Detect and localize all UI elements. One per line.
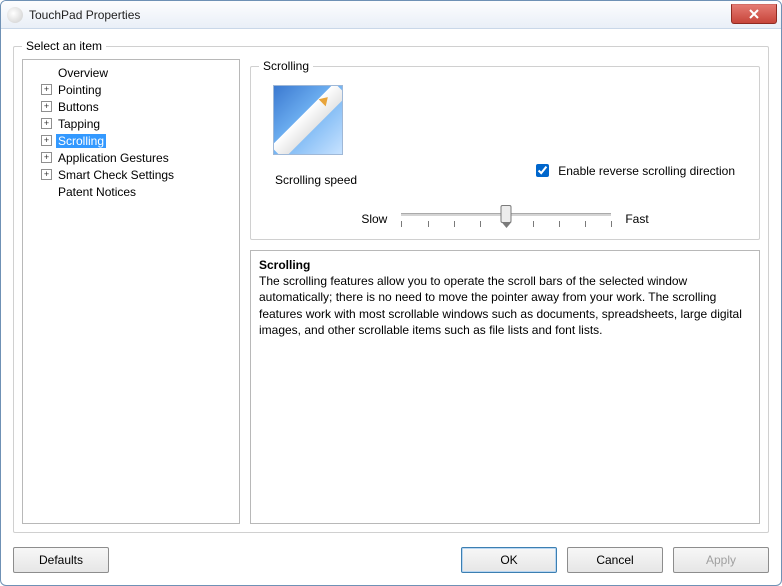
scrolling-speed-label: Scrolling speed [275, 159, 357, 187]
slider-thumb[interactable] [501, 205, 512, 223]
tree-item-label: Application Gestures [56, 151, 171, 165]
touchpad-app-icon [7, 7, 23, 23]
slider-tick [428, 221, 429, 227]
select-item-group: Select an item Overview + Pointing + Buttons… [13, 39, 769, 533]
description-panel: Scrolling The scrolling features allow y… [250, 250, 760, 524]
tree-item-label: Scrolling [56, 134, 106, 148]
tree-expander-icon[interactable]: + [41, 118, 52, 129]
tree-expander-icon[interactable]: + [41, 169, 52, 180]
slider-tick [480, 221, 481, 227]
close-button[interactable] [731, 4, 777, 24]
scrolling-controls-row: Scrolling speed Enable reverse scrolling… [259, 159, 751, 187]
slider-tick [401, 221, 402, 227]
properties-window: TouchPad Properties Select an item Overv… [0, 0, 782, 586]
description-title: Scrolling [259, 257, 751, 273]
dialog-button-row: Defaults OK Cancel Apply [13, 547, 769, 573]
tree-item-application-gestures[interactable]: + Application Gestures [23, 149, 239, 166]
scrolling-legend: Scrolling [259, 59, 313, 73]
reverse-scrolling-checkbox-row[interactable]: Enable reverse scrolling direction [532, 159, 735, 180]
tree-item-smart-check-settings[interactable]: + Smart Check Settings [23, 166, 239, 183]
description-body: The scrolling features allow you to oper… [259, 273, 751, 338]
tree-expander-icon[interactable]: + [41, 135, 52, 146]
tree-expander-icon[interactable]: + [41, 152, 52, 163]
tree-item-pointing[interactable]: + Pointing [23, 81, 239, 98]
cancel-button[interactable]: Cancel [567, 547, 663, 573]
select-item-legend: Select an item [22, 39, 106, 53]
close-icon [749, 9, 759, 19]
tree-item-label: Pointing [56, 83, 103, 97]
ok-button[interactable]: OK [461, 547, 557, 573]
tree-item-label: Tapping [56, 117, 102, 131]
tree-expander-icon[interactable]: + [41, 101, 52, 112]
slider-tick [611, 221, 612, 227]
apply-button: Apply [673, 547, 769, 573]
scrolling-speed-slider[interactable] [401, 207, 611, 231]
slider-tick [559, 221, 560, 227]
tree-item-label: Buttons [56, 100, 101, 114]
tree-item-label: Overview [56, 66, 110, 80]
tree-item-label: Smart Check Settings [56, 168, 176, 182]
scrolling-illustration [273, 85, 343, 155]
scrolling-group: Scrolling Scrolling speed Enable reverse… [250, 59, 760, 240]
reverse-scrolling-checkbox-label: Enable reverse scrolling direction [558, 164, 735, 178]
scroll-illustration-bar [273, 85, 343, 155]
slider-tick [533, 221, 534, 227]
defaults-button[interactable]: Defaults [13, 547, 109, 573]
title-bar: TouchPad Properties [1, 1, 781, 29]
slider-slow-label: Slow [361, 212, 387, 226]
slider-tick [454, 221, 455, 227]
tree-item-tapping[interactable]: + Tapping [23, 115, 239, 132]
tree-item-overview[interactable]: Overview [23, 64, 239, 81]
tree-item-scrolling[interactable]: + Scrolling [23, 132, 239, 149]
tree-item-buttons[interactable]: + Buttons [23, 98, 239, 115]
settings-tree[interactable]: Overview + Pointing + Buttons + Tapping + Scroll… [22, 59, 240, 524]
tree-item-patent-notices[interactable]: Patent Notices [23, 183, 239, 200]
tree-item-label: Patent Notices [56, 185, 138, 199]
right-pane: Scrolling Scrolling speed Enable reverse… [250, 59, 760, 524]
speed-slider-row: Slow Fast [259, 207, 751, 231]
tree-expander-icon[interactable]: + [41, 84, 52, 95]
window-body: Select an item Overview + Pointing + Buttons… [1, 29, 781, 585]
reverse-scrolling-checkbox[interactable] [536, 164, 549, 177]
window-title: TouchPad Properties [29, 8, 140, 22]
slider-fast-label: Fast [625, 212, 648, 226]
slider-tick [585, 221, 586, 227]
